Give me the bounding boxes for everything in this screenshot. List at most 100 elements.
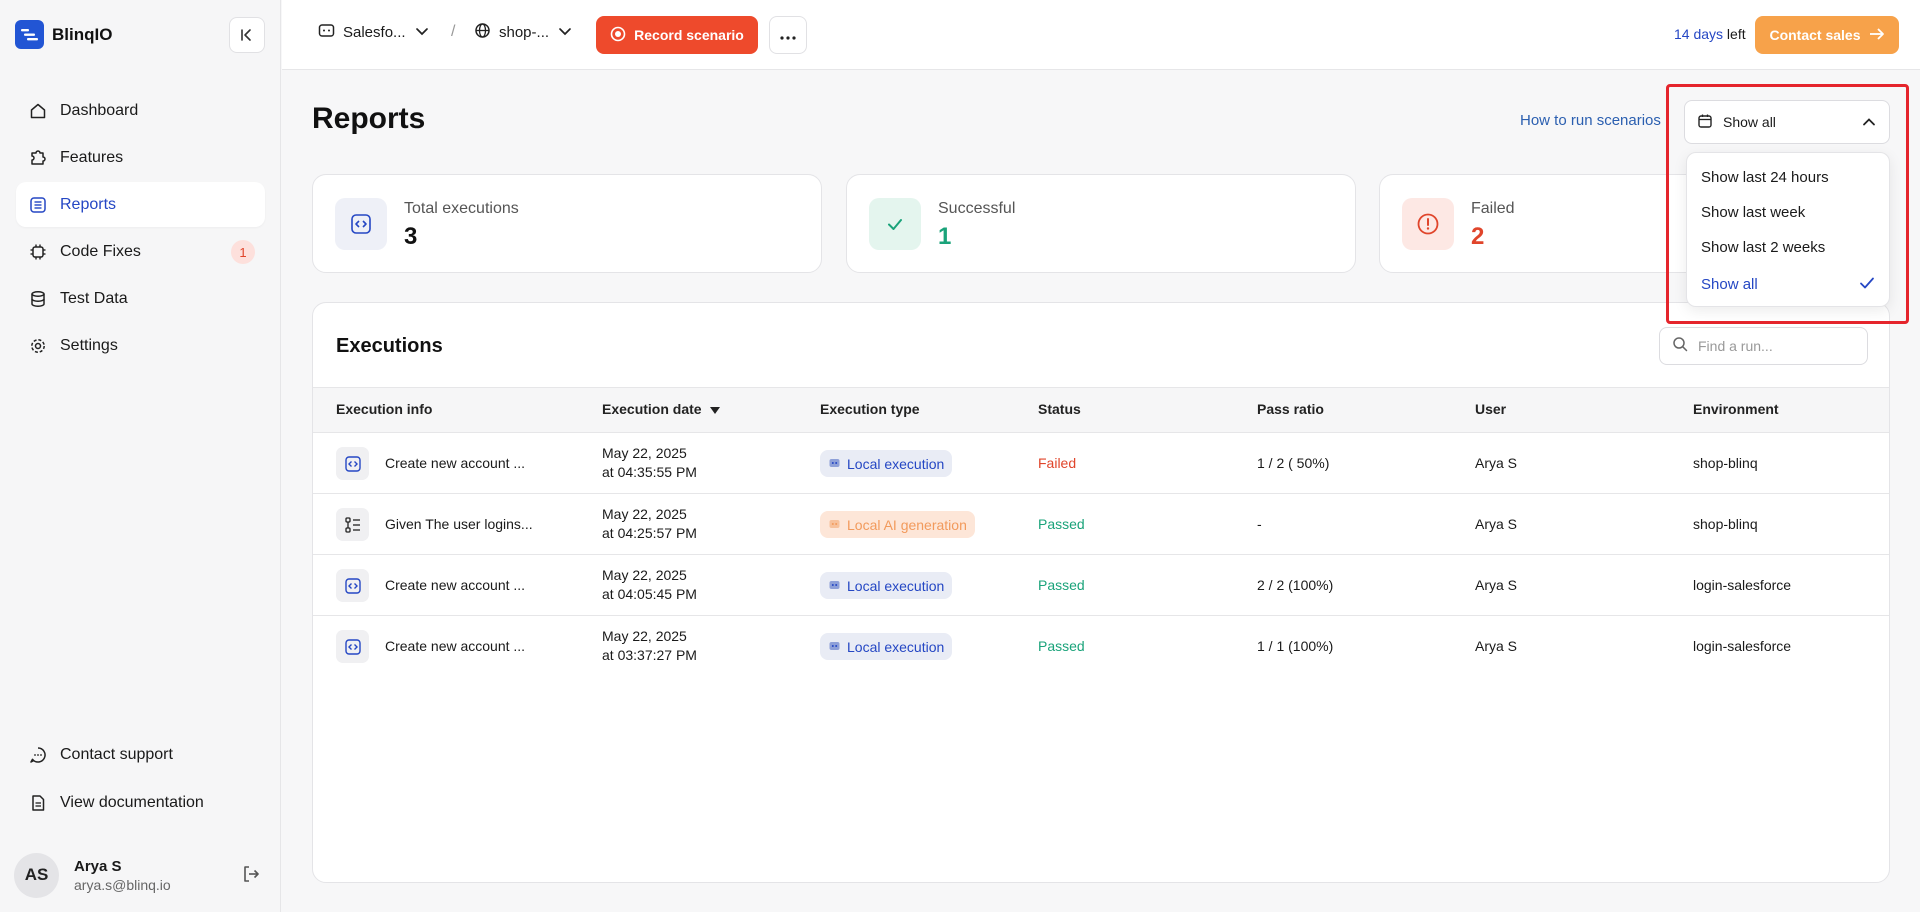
sidebar-item-label: Code Fixes: [60, 242, 141, 260]
stat-label: Total executions: [404, 200, 519, 217]
sort-desc-icon: [709, 401, 720, 417]
table-header: Execution info Execution date Execution …: [313, 387, 1889, 433]
execution-info[interactable]: Create new account ...: [385, 455, 525, 471]
more-options-button[interactable]: [769, 16, 807, 54]
how-to-run-scenarios-link[interactable]: How to run scenarios: [1520, 112, 1661, 129]
avatar: AS: [14, 852, 59, 898]
execution-date: May 22, 2025: [602, 567, 687, 583]
sidebar-item-settings[interactable]: Settings: [16, 323, 265, 368]
code-icon: [335, 198, 387, 250]
stat-card-total: Total executions 3: [312, 174, 822, 273]
collapse-icon: [241, 29, 251, 41]
execution-type-chip: Local AI generation: [820, 511, 975, 538]
column-environment[interactable]: Environment: [1693, 401, 1779, 417]
search-input[interactable]: [1698, 338, 1848, 354]
column-user[interactable]: User: [1475, 401, 1506, 417]
sidebar-item-dashboard[interactable]: Dashboard: [16, 88, 265, 133]
column-pass-ratio[interactable]: Pass ratio: [1257, 401, 1324, 417]
code-icon: [336, 447, 369, 480]
stat-value: 2: [1471, 223, 1485, 250]
calendar-icon: [1697, 113, 1713, 132]
stat-card-successful: Successful 1: [846, 174, 1356, 273]
brand-name: BlinqIO: [52, 24, 113, 44]
stat-value: 1: [938, 223, 952, 250]
user-email: arya.s@blinq.io: [74, 876, 171, 893]
executions-panel: Executions Execution info Execution date…: [312, 302, 1890, 883]
execution-type-label: Local execution: [847, 577, 945, 594]
top-bar: Salesfo... / shop-... Record scenario 14…: [282, 0, 1920, 70]
column-execution-date[interactable]: Execution date: [602, 401, 720, 417]
sidebar-item-reports[interactable]: Reports: [16, 182, 265, 227]
sidebar-item-features[interactable]: Features: [16, 135, 265, 180]
user-cell: Arya S: [1475, 577, 1518, 593]
stat-label: Failed: [1471, 200, 1515, 217]
execution-info[interactable]: Create new account ...: [385, 638, 525, 654]
column-execution-info[interactable]: Execution info: [336, 401, 432, 417]
view-documentation-link[interactable]: View documentation: [16, 780, 265, 826]
robot-icon: [828, 456, 841, 472]
column-status[interactable]: Status: [1038, 401, 1081, 417]
arrow-right-icon: [1869, 27, 1885, 44]
code-icon: [336, 569, 369, 602]
environment-cell: shop-blinq: [1693, 455, 1758, 471]
record-icon: [610, 26, 626, 45]
executions-title: Executions: [336, 335, 443, 357]
execution-time: at 04:35:55 PM: [602, 464, 697, 480]
blinqio-logo-icon: [15, 20, 44, 49]
option-show-all[interactable]: Show all: [1701, 276, 1758, 293]
document-icon: [28, 793, 48, 813]
sidebar-bottom-nav: Contact support View documentation: [16, 732, 265, 828]
chat-icon: [28, 745, 48, 765]
date-filter-dropdown: Show last 24 hours Show last week Show l…: [1686, 152, 1890, 307]
pass-ratio: 1 / 1 (100%): [1257, 638, 1334, 654]
puzzle-icon: [28, 148, 48, 168]
robot-icon: [828, 517, 841, 533]
code-icon: [336, 630, 369, 663]
pass-ratio: -: [1257, 516, 1262, 532]
contact-support-link[interactable]: Contact support: [16, 732, 265, 778]
sidebar-item-code-fixes[interactable]: Code Fixes 1: [16, 229, 265, 274]
table-row[interactable]: Create new account ... May 22, 2025 at 0…: [313, 433, 1889, 494]
check-icon: [869, 198, 921, 250]
sidebar-item-label: Settings: [60, 336, 118, 354]
execution-info[interactable]: Given The user logins...: [385, 516, 533, 532]
search-icon: [1672, 336, 1688, 356]
contact-sales-button[interactable]: Contact sales: [1755, 16, 1899, 54]
contact-sales-label: Contact sales: [1769, 27, 1861, 43]
execution-type-chip: Local execution: [820, 633, 953, 660]
environment-selector[interactable]: shop-...: [474, 22, 573, 43]
execution-info[interactable]: Create new account ...: [385, 577, 525, 593]
table-row[interactable]: Given The user logins... May 22, 2025 at…: [313, 494, 1889, 555]
execution-date: May 22, 2025: [602, 445, 687, 461]
brand[interactable]: BlinqIO: [15, 20, 112, 49]
cpu-icon: [28, 242, 48, 262]
execution-time: at 04:25:57 PM: [602, 525, 697, 541]
chevron-down-icon: [414, 23, 430, 43]
sidebar-item-test-data[interactable]: Test Data: [16, 276, 265, 321]
record-scenario-button[interactable]: Record scenario: [596, 16, 758, 54]
project-selector[interactable]: Salesfo...: [318, 22, 430, 43]
chevron-down-icon: [557, 23, 573, 43]
table-row[interactable]: Create new account ... May 22, 2025 at 0…: [313, 555, 1889, 616]
execution-time: at 03:37:27 PM: [602, 647, 697, 663]
logout-icon[interactable]: [241, 864, 261, 888]
date-filter-select[interactable]: Show all: [1684, 100, 1890, 144]
stat-value: 3: [404, 223, 418, 250]
option-last-2-weeks[interactable]: Show last 2 weeks: [1701, 239, 1825, 256]
sidebar-item-label: Test Data: [60, 289, 128, 307]
find-run-search[interactable]: [1659, 327, 1868, 365]
execution-time: at 04:05:45 PM: [602, 586, 697, 602]
user-profile: AS Arya S arya.s@blinq.io: [14, 851, 269, 899]
sidebar-item-label: Features: [60, 148, 124, 166]
trial-suffix: left: [1723, 26, 1746, 42]
user-cell: Arya S: [1475, 638, 1518, 654]
sidebar-item-label: Reports: [60, 195, 117, 213]
user-cell: Arya S: [1475, 516, 1518, 532]
user-cell: Arya S: [1475, 455, 1518, 471]
table-row[interactable]: Create new account ... May 22, 2025 at 0…: [313, 616, 1889, 677]
page-title: Reports: [312, 102, 426, 135]
collapse-sidebar-button[interactable]: [229, 17, 265, 53]
option-last-week[interactable]: Show last week: [1701, 204, 1805, 221]
option-last-24-hours[interactable]: Show last 24 hours: [1701, 169, 1829, 186]
column-execution-type[interactable]: Execution type: [820, 401, 920, 417]
